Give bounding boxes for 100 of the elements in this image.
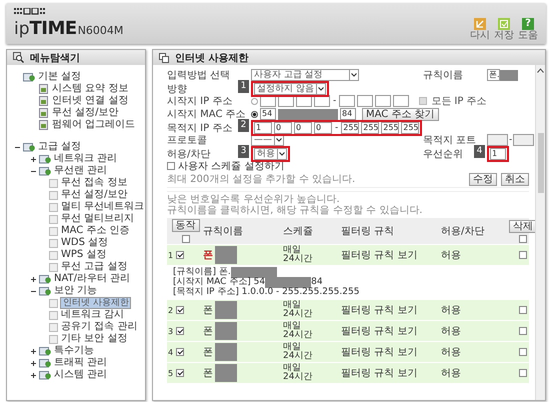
tree-item[interactable]: 무선 접속 정보	[60, 177, 128, 189]
method-select[interactable]: 사용자 고급 설정	[251, 69, 359, 81]
priority-field[interactable]: 1	[490, 148, 506, 160]
filter-rule-link[interactable]: 필터링 규칙 보기	[341, 368, 418, 379]
checkbox[interactable]	[176, 348, 184, 356]
collapse-icon[interactable]	[31, 168, 36, 174]
rule-name-link[interactable]: 폰	[203, 303, 213, 317]
ip-field[interactable]	[339, 95, 356, 107]
checkbox[interactable]	[519, 369, 527, 377]
tree-item[interactable]: 인터넷 사용제한	[60, 297, 131, 309]
checkbox[interactable]	[176, 327, 184, 335]
delete-button[interactable]: 삭제	[509, 220, 535, 232]
checkbox[interactable]	[519, 234, 527, 242]
tree-item[interactable]: WPS 설정	[60, 249, 108, 261]
field-label: 시작지 MAC 주소	[167, 108, 246, 120]
ip-field[interactable]: 0	[314, 122, 332, 134]
checkbox[interactable]	[419, 97, 428, 105]
port-field[interactable]	[487, 134, 508, 146]
reload-button[interactable]: 다시	[470, 18, 490, 41]
rule-name-link[interactable]: 폰	[203, 366, 213, 380]
rule-name-link[interactable]: 폰	[203, 345, 213, 359]
tree-item[interactable]: 네트워크 감시	[60, 309, 126, 321]
ip-field[interactable]: 255	[401, 122, 420, 134]
expand-icon[interactable]	[31, 348, 36, 354]
form-button[interactable]: 수정	[469, 173, 497, 186]
ip-field[interactable]: 1	[254, 122, 272, 134]
tree-item[interactable]: 고급 설정	[37, 141, 82, 153]
radio-button[interactable]	[251, 110, 258, 118]
run-button[interactable]: 동작	[172, 219, 200, 232]
checkbox[interactable]	[176, 306, 184, 314]
model-name: N6004M	[78, 24, 124, 37]
tree-item[interactable]: MAC 주소 인증	[60, 225, 131, 237]
port-field[interactable]	[513, 134, 534, 146]
tree-item[interactable]: 트래픽 관리	[53, 357, 108, 369]
ip-field[interactable]: 0	[294, 122, 312, 134]
filter-rule-link[interactable]: 필터링 규칙 보기	[341, 347, 418, 358]
ip-field[interactable]: 255	[361, 122, 380, 134]
ip-field[interactable]	[393, 95, 410, 107]
expand-icon[interactable]	[31, 276, 36, 282]
checkbox[interactable]	[176, 251, 184, 259]
tree-item[interactable]: 기타 보안 설정	[60, 333, 128, 345]
expand-icon[interactable]	[31, 156, 36, 162]
form-button[interactable]: 취소	[501, 173, 529, 186]
ip-field[interactable]: 255	[341, 122, 360, 134]
checkbox[interactable]	[182, 235, 190, 243]
mac-field[interactable]: 84	[340, 108, 356, 120]
rule-name-field[interactable]: 폰.	[487, 69, 500, 81]
tree-item[interactable]: 무선 고급 설정	[60, 261, 128, 273]
save-button[interactable]: 저장	[494, 18, 514, 41]
tree-item[interactable]: 무선랜 관리	[53, 165, 108, 177]
direction-select[interactable]: 설정하지 않음	[254, 83, 326, 95]
tree-item[interactable]: 공유기 접속 관리	[60, 321, 138, 333]
scrollbar[interactable]	[535, 65, 545, 400]
redaction-block	[500, 70, 518, 80]
filter-rule-link[interactable]: 필터링 규칙 보기	[341, 326, 418, 337]
checkbox[interactable]	[519, 251, 527, 259]
checkbox-label: 모든 IP 주소	[431, 95, 487, 108]
ip-field[interactable]: 255	[381, 122, 400, 134]
tree-item[interactable]: 무선 설정/보안	[60, 189, 129, 201]
rule-name-link[interactable]: 폰	[203, 248, 213, 262]
ip-field[interactable]	[357, 95, 374, 107]
square-icon	[49, 298, 58, 308]
range-dash: -	[509, 135, 512, 145]
action-select[interactable]: 허용	[254, 148, 287, 160]
tree-item[interactable]: 네트워크 관리	[53, 153, 118, 165]
collapse-icon[interactable]	[15, 144, 20, 150]
checkbox[interactable]	[167, 162, 175, 170]
scroll-up-icon[interactable]	[537, 68, 544, 73]
tree-item[interactable]: 특수기능	[53, 345, 95, 357]
find-mac-button[interactable]: MAC 주소 찾기	[362, 108, 439, 120]
tree-item[interactable]: WDS 설정	[60, 237, 110, 249]
tree-item[interactable]: NAT/라우터 관리	[53, 273, 132, 285]
logo-dots-icon	[14, 8, 48, 15]
tree-item[interactable]: 인터넷 연결 설정	[51, 95, 130, 107]
radio-button[interactable]	[251, 98, 258, 104]
rule-name-link[interactable]: 폰	[203, 324, 213, 338]
tree-item[interactable]: 기본 설정	[37, 71, 82, 83]
filter-rule-link[interactable]: 필터링 규칙 보기	[341, 305, 418, 316]
tree-item[interactable]: 펌웨어 업그레이드	[51, 119, 136, 131]
checkbox[interactable]	[519, 306, 527, 314]
tree-item[interactable]: 무선 멀티브리지	[60, 213, 136, 225]
tree-item[interactable]: 무선 설정/보안	[51, 107, 120, 119]
checkbox[interactable]	[519, 327, 527, 335]
help-button[interactable]: ? 도움	[518, 18, 538, 41]
expand-icon[interactable]	[31, 360, 36, 366]
expand-icon[interactable]	[31, 372, 36, 378]
collapse-icon[interactable]	[31, 288, 36, 294]
tree-item[interactable]: 시스템 요약 정보	[51, 83, 130, 95]
tree-item[interactable]: 시스템 관리	[53, 369, 108, 381]
ip-field[interactable]: 0	[274, 122, 292, 134]
filter-rule-link[interactable]: 필터링 규칙 보기	[341, 250, 418, 261]
field-label: 시작지 IP 주소	[167, 95, 232, 108]
tree-item[interactable]: 멀티 무선네트워크	[60, 201, 146, 213]
action-text: 허용	[441, 325, 462, 338]
ip-field[interactable]	[375, 95, 392, 107]
checkbox[interactable]	[176, 369, 184, 377]
tree-item[interactable]: 보안 기능	[53, 285, 98, 297]
search-icon	[13, 52, 24, 63]
mac-field[interactable]: 54	[260, 108, 276, 120]
checkbox[interactable]	[519, 348, 527, 356]
